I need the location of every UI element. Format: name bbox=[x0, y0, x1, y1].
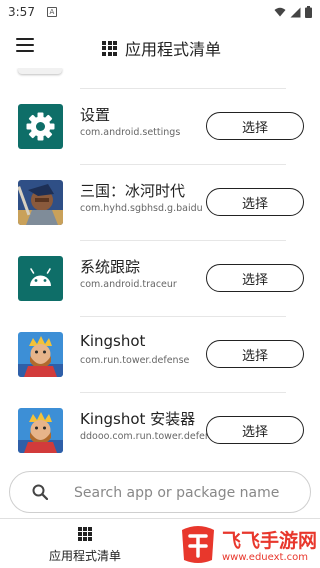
page-title: 应用程式清单 bbox=[125, 40, 222, 59]
king-icon bbox=[18, 332, 63, 377]
app-package: com.android.traceur bbox=[80, 279, 177, 290]
app-list[interactable]: 设置 com.android.settings 选择 三国：冰河时代 com.h… bbox=[0, 68, 320, 458]
notification-badge-icon: A bbox=[46, 7, 57, 17]
signal-icon bbox=[290, 7, 301, 17]
status-time: 3:57 bbox=[8, 5, 35, 19]
app-package: ddooo.com.run.tower.defense bbox=[80, 431, 208, 442]
status-icons bbox=[274, 6, 312, 18]
search-input[interactable] bbox=[74, 480, 298, 506]
wifi-icon bbox=[274, 7, 286, 17]
partial-list-item bbox=[18, 68, 62, 74]
bottom-nav: 应用程式清单 bbox=[0, 518, 320, 568]
list-item[interactable]: 三国：冰河时代 com.hyhd.sgbhsd.g.baidu 选择 bbox=[0, 166, 320, 242]
nav-item-app-list[interactable]: 应用程式清单 bbox=[40, 527, 130, 567]
app-name: 三国：冰河时代 bbox=[80, 182, 186, 200]
list-item[interactable]: 设置 com.android.settings 选择 bbox=[0, 90, 320, 166]
select-button[interactable]: 选择 bbox=[206, 340, 304, 368]
divider bbox=[80, 240, 286, 241]
divider bbox=[80, 316, 286, 317]
list-item[interactable]: Kingshot 安装器 ddooo.com.run.tower.defense… bbox=[0, 394, 320, 458]
select-button[interactable]: 选择 bbox=[206, 264, 304, 292]
app-name: Kingshot 安装器 bbox=[80, 410, 196, 428]
app-title-group: 应用程式清单 bbox=[102, 36, 221, 60]
select-button[interactable]: 选择 bbox=[206, 416, 304, 444]
app-name: Kingshot bbox=[80, 332, 146, 350]
app-package: com.run.tower.defense bbox=[80, 355, 190, 366]
search-icon bbox=[32, 484, 48, 500]
app-bar: 应用程式清单 bbox=[0, 24, 320, 68]
divider bbox=[80, 164, 286, 165]
settings-gear-icon bbox=[18, 104, 63, 149]
battery-icon bbox=[305, 6, 312, 18]
app-name: 系统跟踪 bbox=[80, 258, 141, 276]
apps-grid-icon bbox=[78, 527, 92, 541]
select-button[interactable]: 选择 bbox=[206, 188, 304, 216]
king-icon bbox=[18, 408, 63, 453]
app-name: 设置 bbox=[80, 106, 111, 124]
apps-grid-icon bbox=[102, 40, 117, 56]
select-button[interactable]: 选择 bbox=[206, 112, 304, 140]
app-package: com.android.settings bbox=[80, 127, 181, 138]
nav-item-label: 应用程式清单 bbox=[48, 548, 121, 563]
menu-icon[interactable] bbox=[16, 38, 34, 52]
status-bar: 3:57 A bbox=[0, 0, 320, 24]
list-item[interactable]: 系统跟踪 com.android.traceur 选择 bbox=[0, 242, 320, 318]
divider bbox=[80, 392, 286, 393]
search-bar[interactable] bbox=[9, 471, 311, 513]
android-icon bbox=[18, 256, 63, 301]
warrior-icon bbox=[18, 180, 63, 225]
divider bbox=[80, 88, 286, 89]
list-item[interactable]: Kingshot com.run.tower.defense 选择 bbox=[0, 318, 320, 394]
app-package: com.hyhd.sgbhsd.g.baidu bbox=[80, 203, 203, 214]
